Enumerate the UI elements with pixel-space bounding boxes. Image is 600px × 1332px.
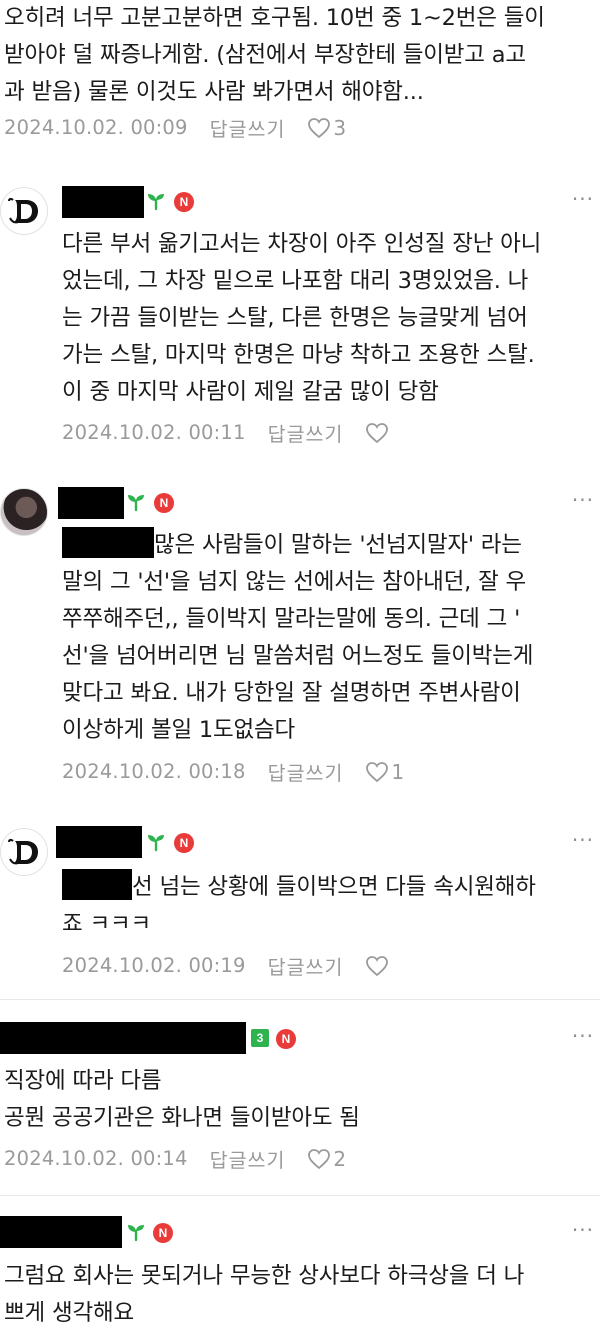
like-button[interactable]: 1 — [365, 760, 404, 784]
avatar[interactable] — [0, 488, 48, 536]
sprout-icon — [146, 832, 166, 852]
like-button[interactable]: 2 — [307, 1147, 346, 1171]
comment-date: 2024.10.02. 00:09 — [4, 116, 188, 139]
redacted-username[interactable] — [0, 1216, 122, 1248]
comment-date: 2024.10.02. 00:19 — [62, 954, 246, 977]
like-button[interactable]: 3 — [307, 116, 346, 140]
sprout-icon — [126, 1222, 146, 1242]
redacted-username[interactable] — [56, 826, 142, 858]
new-badge: N — [174, 192, 194, 212]
like-button[interactable] — [365, 422, 391, 444]
new-badge: N — [174, 833, 194, 853]
new-badge: N — [153, 1223, 173, 1243]
more-options-button[interactable]: ··· — [572, 1024, 594, 1048]
gothic-d-logo-icon — [1, 188, 47, 234]
reply-button[interactable]: 답글쓰기 — [210, 1144, 286, 1173]
more-options-button[interactable]: ··· — [572, 828, 594, 852]
comment-date: 2024.10.02. 00:18 — [62, 760, 246, 783]
redacted-mention[interactable] — [62, 527, 154, 558]
redacted-username[interactable] — [62, 186, 144, 218]
comment-item: N ··· 선 넘는 상황에 들이박으면 다들 속시원해하 죠 ㅋㅋㅋ 2024… — [0, 824, 600, 984]
redacted-mention[interactable] — [62, 869, 132, 900]
heart-icon — [365, 761, 389, 783]
like-button[interactable] — [365, 955, 391, 977]
new-badge: N — [154, 493, 174, 513]
redacted-username[interactable] — [0, 1022, 246, 1054]
heart-icon — [307, 117, 331, 139]
sprout-icon — [146, 191, 166, 211]
divider — [0, 1195, 600, 1196]
comment-meta: 2024.10.02. 00:18 답글쓰기 1 — [62, 757, 404, 786]
divider — [0, 999, 600, 1000]
new-badge: N — [276, 1029, 296, 1049]
comment-item: 3 N ··· 직장에 따라 다름 공뭔 공공기관은 화나면 들이받아도 됨 2… — [0, 1022, 600, 1182]
heart-icon — [307, 1148, 331, 1170]
avatar[interactable] — [0, 187, 48, 235]
comment-meta: 2024.10.02. 00:09 답글쓰기 3 — [4, 113, 346, 142]
like-count: 2 — [333, 1146, 347, 1171]
comment-item: N ··· 그럼요 회사는 못되거나 무능한 상사보다 하극상을 더 나 쁘게 … — [0, 1216, 600, 1326]
heart-icon — [365, 955, 389, 977]
comment-text: 선 넘는 상황에 들이박으면 다들 속시원해하 죠 ㅋㅋㅋ — [62, 869, 536, 943]
comment-text: 직장에 따라 다름 공뭔 공공기관은 화나면 들이받아도 됨 — [4, 1068, 360, 1131]
level-badge: 3 — [251, 1029, 269, 1047]
comment-text: 다른 부서 옮기고서는 차장이 아주 인성질 장난 아니 었는데, 그 차장 밑… — [62, 231, 542, 405]
comment-date: 2024.10.02. 00:14 — [4, 1147, 188, 1170]
comment-text: 그럼요 회사는 못되거나 무능한 상사보다 하극상을 더 나 쁘게 생각해요 — [4, 1263, 525, 1326]
comment-meta: 2024.10.02. 00:19 답글쓰기 — [62, 951, 391, 980]
like-count: 3 — [333, 115, 347, 140]
avatar[interactable] — [0, 828, 48, 876]
comment-date: 2024.10.02. 00:11 — [62, 421, 246, 444]
comment-meta: 2024.10.02. 00:14 답글쓰기 2 — [4, 1144, 346, 1173]
more-options-button[interactable]: ··· — [572, 488, 594, 512]
sprout-icon — [126, 492, 146, 512]
reply-button[interactable]: 답글쓰기 — [210, 113, 286, 142]
more-options-button[interactable]: ··· — [572, 1218, 594, 1242]
comment-item: N ··· 많은 사람들이 말하는 '선넘지말자' 라는 말의 그 '선'을 넘… — [0, 484, 600, 786]
heart-icon — [365, 422, 389, 444]
more-options-button[interactable]: ··· — [572, 187, 594, 211]
comment-text: 많은 사람들이 말하는 '선넘지말자' 라는 말의 그 '선'을 넘지 않는 선… — [62, 527, 533, 749]
reply-button[interactable]: 답글쓰기 — [268, 951, 344, 980]
reply-button[interactable]: 답글쓰기 — [268, 418, 344, 447]
reply-button[interactable]: 답글쓰기 — [268, 757, 344, 786]
gothic-d-logo-icon — [1, 829, 47, 875]
redacted-username[interactable] — [58, 487, 124, 519]
like-count: 1 — [391, 759, 405, 784]
comment-text: 오히려 너무 고분고분하면 호구됨. 10번 중 1~2번은 들이 받아야 덜 … — [4, 5, 545, 105]
comment-meta: 2024.10.02. 00:11 답글쓰기 — [62, 418, 391, 447]
comment-item: N ··· 다른 부서 옮기고서는 차장이 아주 인성질 장난 아니 었는데, … — [0, 183, 600, 453]
